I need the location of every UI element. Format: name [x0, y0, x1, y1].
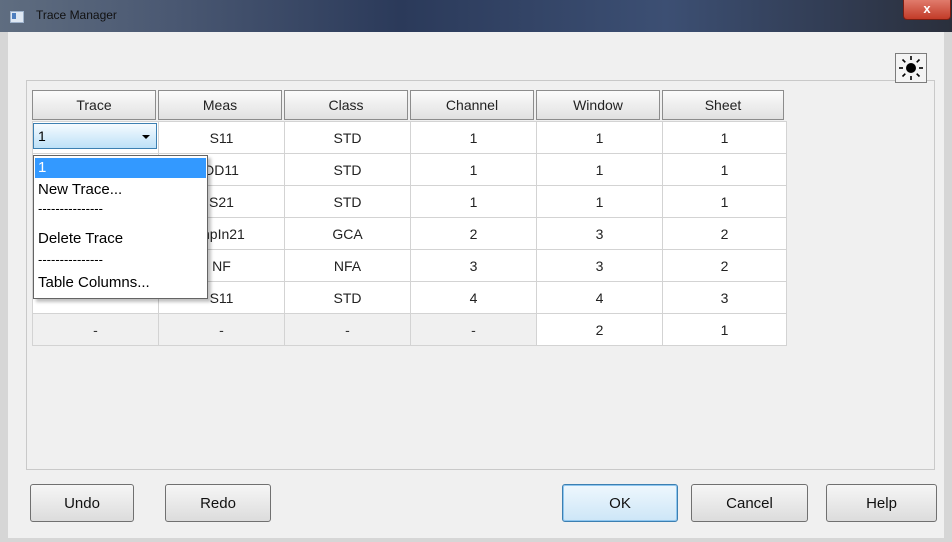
close-button[interactable]: x: [903, 0, 951, 20]
window-cell[interactable]: 1: [536, 185, 663, 218]
channel-cell[interactable]: 1: [410, 121, 537, 154]
window-cell[interactable]: 4: [536, 281, 663, 314]
window-cell[interactable]: 3: [536, 249, 663, 282]
class-cell[interactable]: STD: [284, 121, 411, 154]
title-bar[interactable]: Trace Manager x: [0, 0, 952, 32]
column-header-meas[interactable]: Meas: [158, 90, 282, 120]
window-cell[interactable]: 1: [536, 121, 663, 154]
column-header-window[interactable]: Window: [536, 90, 660, 120]
redo-button[interactable]: Redo: [165, 484, 271, 522]
dropdown-item-new-trace[interactable]: New Trace...: [35, 178, 206, 202]
dropdown-separator: ---------------: [38, 202, 103, 216]
window-cell[interactable]: 3: [536, 217, 663, 250]
channel-cell[interactable]: -: [410, 313, 537, 346]
sheet-cell[interactable]: 1: [662, 185, 787, 218]
sheet-cell[interactable]: 2: [662, 217, 787, 250]
class-cell[interactable]: STD: [284, 185, 411, 218]
window-cell[interactable]: 2: [536, 313, 663, 346]
sheet-cell[interactable]: 1: [662, 313, 787, 346]
channel-cell[interactable]: 4: [410, 281, 537, 314]
sheet-cell[interactable]: 1: [662, 153, 787, 186]
dropdown-item-delete-trace[interactable]: Delete Trace: [35, 227, 206, 251]
window-app-icon[interactable]: [10, 11, 24, 23]
undo-button[interactable]: Undo: [30, 484, 134, 522]
dropdown-separator: ---------------: [38, 253, 103, 267]
window-cell[interactable]: 1: [536, 153, 663, 186]
class-cell[interactable]: STD: [284, 153, 411, 186]
new-trace-row[interactable]: - - - - 2 1: [32, 313, 787, 346]
column-header-trace[interactable]: Trace: [32, 90, 156, 120]
class-cell[interactable]: STD: [284, 281, 411, 314]
trace-manager-window: Trace Manager x Trace Meas Class Channel…: [0, 0, 952, 542]
class-cell[interactable]: GCA: [284, 217, 411, 250]
brightness-button[interactable]: [895, 53, 927, 83]
channel-cell[interactable]: 2: [410, 217, 537, 250]
cancel-button[interactable]: Cancel: [691, 484, 808, 522]
column-header-channel[interactable]: Channel: [410, 90, 534, 120]
trace-cell[interactable]: -: [32, 313, 159, 346]
sheet-cell[interactable]: 3: [662, 281, 787, 314]
dropdown-item-1[interactable]: 1: [35, 158, 206, 178]
trace-combobox-value: 1: [38, 128, 46, 144]
ok-button[interactable]: OK: [562, 484, 678, 522]
trace-combobox[interactable]: 1: [33, 123, 157, 149]
window-title: Trace Manager: [36, 8, 117, 22]
channel-cell[interactable]: 1: [410, 153, 537, 186]
sun-icon: [899, 56, 923, 80]
channel-cell[interactable]: 3: [410, 249, 537, 282]
sheet-cell[interactable]: 2: [662, 249, 787, 282]
trace-dropdown-list: 1 New Trace... --------------- Delete Tr…: [33, 155, 208, 299]
sheet-cell[interactable]: 1: [662, 121, 787, 154]
help-button[interactable]: Help: [826, 484, 937, 522]
channel-cell[interactable]: 1: [410, 185, 537, 218]
class-cell[interactable]: -: [284, 313, 411, 346]
column-header-sheet[interactable]: Sheet: [662, 90, 784, 120]
meas-cell[interactable]: -: [158, 313, 285, 346]
dropdown-item-table-columns[interactable]: Table Columns...: [35, 271, 206, 295]
column-header-class[interactable]: Class: [284, 90, 408, 120]
chevron-down-icon[interactable]: [142, 135, 150, 139]
meas-cell[interactable]: S11: [158, 121, 285, 154]
class-cell[interactable]: NFA: [284, 249, 411, 282]
